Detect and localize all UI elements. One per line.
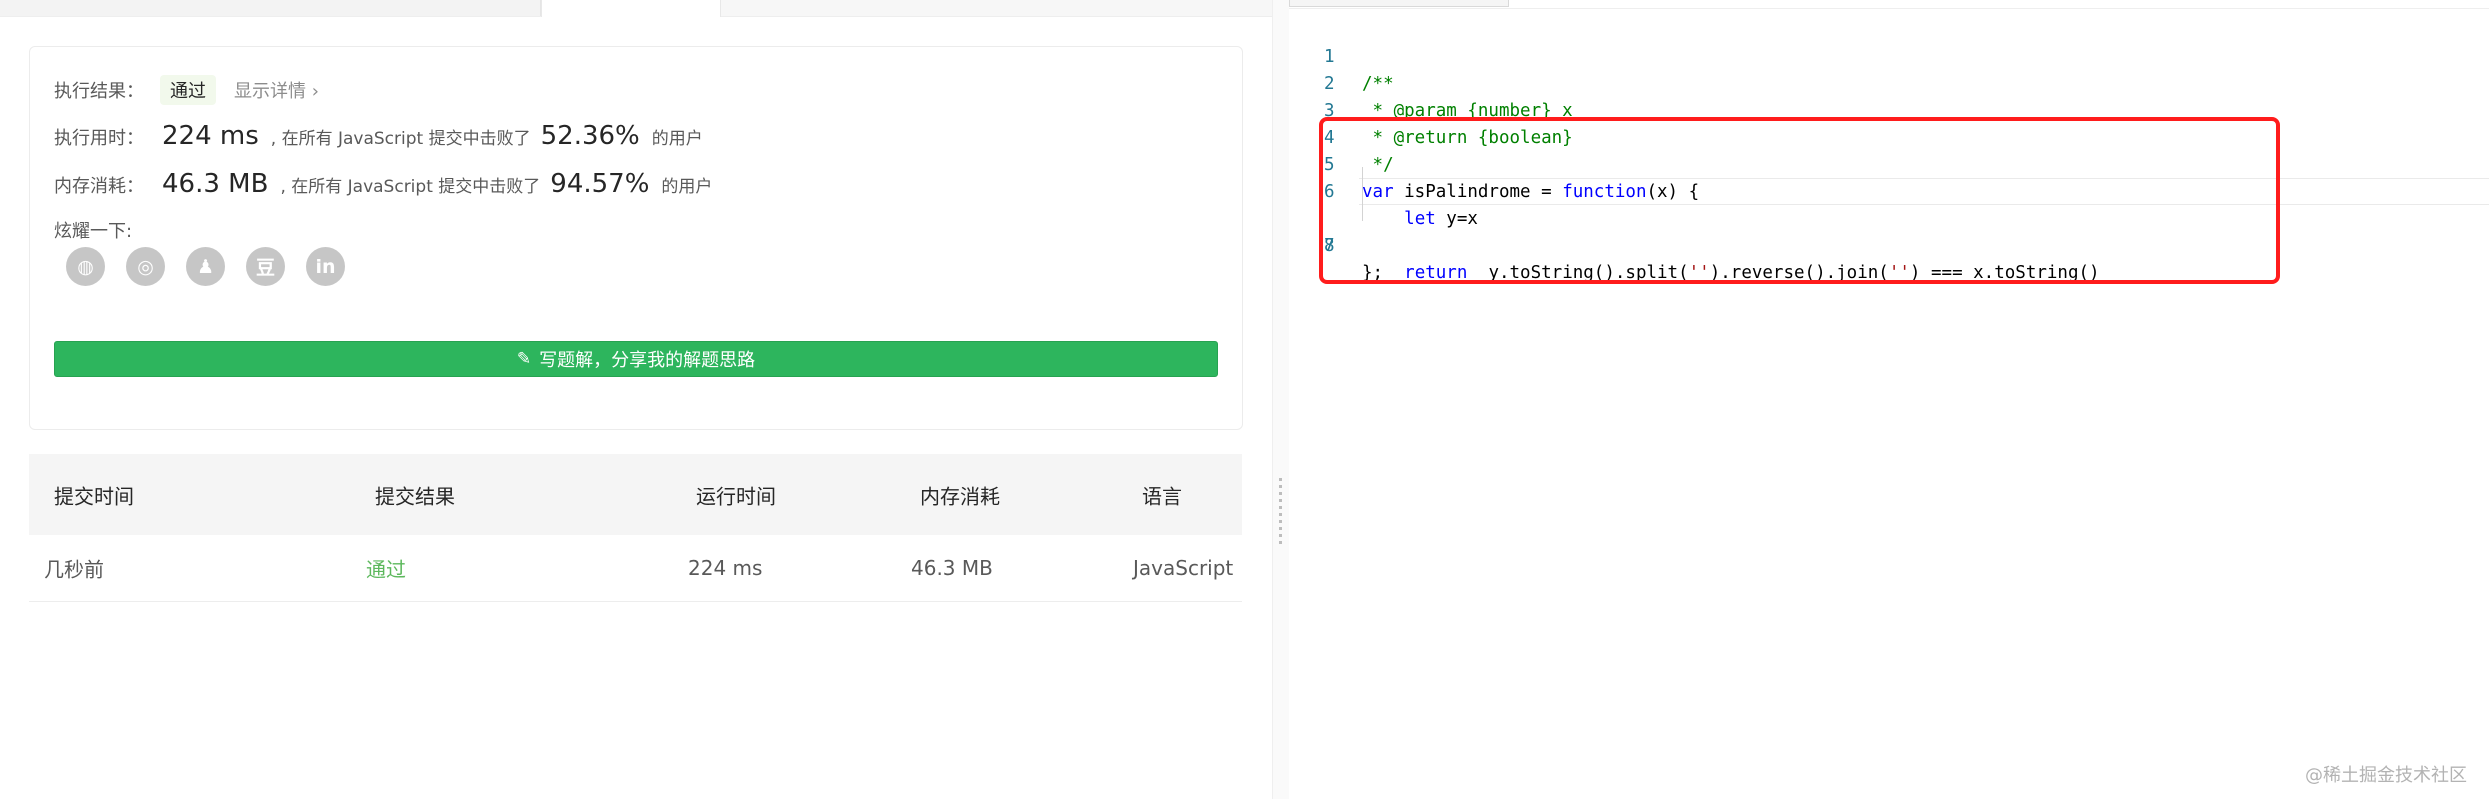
code-line[interactable]: 3 * @return {boolean} <box>1289 71 1573 148</box>
code-text: /** <box>1362 74 1394 94</box>
line-number: 8 <box>1324 236 1335 256</box>
runtime-value: 224 ms <box>162 121 259 151</box>
submission-result-panel: 执行结果： 通过 显示详情 › 执行用时： 224 ms , 在所有 JavaS… <box>0 0 1272 799</box>
row-time: 几秒前 <box>44 557 104 582</box>
code-text: * @return {boolean} <box>1362 128 1573 148</box>
status-badge: 通过 <box>160 75 216 105</box>
header-language[interactable]: 语言 <box>1142 480 1182 509</box>
memory-label: 内存消耗： <box>54 176 144 197</box>
table-header: 提交时间 提交结果 运行时间 内存消耗 语言 <box>29 454 1242 535</box>
pencil-icon: ✎ <box>516 349 532 369</box>
drag-handle-icon[interactable] <box>1279 478 1282 544</box>
header-runtime[interactable]: 运行时间 <box>696 480 776 509</box>
indent-guide <box>1362 167 1363 221</box>
code-line[interactable]: 6 let y=x <box>1289 152 1478 229</box>
tab-active[interactable] <box>541 0 721 17</box>
runtime-suffix: 的用户 <box>651 129 703 149</box>
code-text: * @param {number} x <box>1362 101 1573 121</box>
linkedin-icon[interactable]: in <box>306 247 345 286</box>
memory-beat-text: , 在所有 JavaScript 提交中击败了 <box>280 177 541 197</box>
row-result[interactable]: 通过 <box>366 554 406 583</box>
memory-value: 46.3 MB <box>162 169 269 199</box>
code-line[interactable]: 1 /** <box>1289 17 1394 94</box>
qq-icon[interactable]: ♟ <box>186 247 225 286</box>
status-label: 执行结果： <box>54 81 144 102</box>
current-line-highlight <box>1359 178 2489 205</box>
code-line[interactable]: 8 }; <box>1289 206 1383 283</box>
row-memory: 46.3 MB <box>911 556 993 580</box>
weibo-icon[interactable]: ◎ <box>126 247 165 286</box>
memory-row: 内存消耗： 46.3 MB , 在所有 JavaScript 提交中击败了 94… <box>54 169 712 199</box>
code-text: }; <box>1362 263 1384 283</box>
write-solution-label: 写题解，分享我的解题思路 <box>539 350 756 371</box>
code-lines[interactable]: 1 /** 2 * @param {number} x 3 * @return … <box>1289 17 2489 283</box>
panel-tab-bar <box>0 0 1272 17</box>
runtime-beat-text: , 在所有 JavaScript 提交中击败了 <box>270 129 531 149</box>
submission-table: 提交时间 提交结果 运行时间 内存消耗 语言 几秒前 通过 224 ms 46.… <box>29 454 1242 602</box>
share-icons: ◍ ◎ ♟ 豆 in <box>66 247 345 286</box>
code-editor[interactable]: 1 /** 2 * @param {number} x 3 * @return … <box>1289 0 2489 799</box>
panel-splitter[interactable] <box>1272 0 1290 799</box>
runtime-row: 执行用时： 224 ms , 在所有 JavaScript 提交中击败了 52.… <box>54 121 703 151</box>
code-text: let y=x <box>1404 209 1478 229</box>
editor-divider <box>1289 8 2489 9</box>
runtime-percent: 52.36% <box>540 121 640 151</box>
code-line[interactable]: 2 * @param {number} x <box>1289 44 1573 121</box>
douban-icon[interactable]: 豆 <box>246 247 285 286</box>
editor-tab[interactable] <box>1289 0 1509 7</box>
header-submit-time[interactable]: 提交时间 <box>54 480 134 509</box>
result-card: 执行结果： 通过 显示详情 › 执行用时： 224 ms , 在所有 JavaS… <box>29 46 1243 430</box>
share-row: 炫耀一下: <box>54 217 132 243</box>
code-text: return y.toString().split('').reverse().… <box>1404 263 2100 283</box>
show-details-link[interactable]: 显示详情 › <box>234 77 319 103</box>
tab-inactive[interactable] <box>0 0 541 16</box>
row-language: JavaScript <box>1133 556 1234 580</box>
memory-suffix: 的用户 <box>661 177 713 197</box>
row-runtime: 224 ms <box>688 556 763 580</box>
memory-percent: 94.57% <box>550 169 650 199</box>
code-line[interactable]: 7 return y.toString().split('').reverse(… <box>1289 178 2489 283</box>
code-text: */ <box>1362 155 1394 175</box>
code-line[interactable]: 5 var isPalindrome = function(x) { <box>1289 125 1699 202</box>
header-submit-result[interactable]: 提交结果 <box>375 480 455 509</box>
header-memory[interactable]: 内存消耗 <box>920 480 1000 509</box>
table-row[interactable]: 几秒前 通过 224 ms 46.3 MB JavaScript <box>29 535 1242 602</box>
status-row: 执行结果： 通过 显示详情 › <box>54 75 319 105</box>
code-line[interactable]: 4 */ <box>1289 98 1394 175</box>
watermark: @稀土掘金技术社区 <box>2305 765 2467 786</box>
wechat-icon[interactable]: ◍ <box>66 247 105 286</box>
share-label: 炫耀一下: <box>54 221 133 242</box>
write-solution-button[interactable]: ✎ 写题解，分享我的解题思路 <box>54 341 1218 377</box>
runtime-label: 执行用时： <box>54 128 144 149</box>
